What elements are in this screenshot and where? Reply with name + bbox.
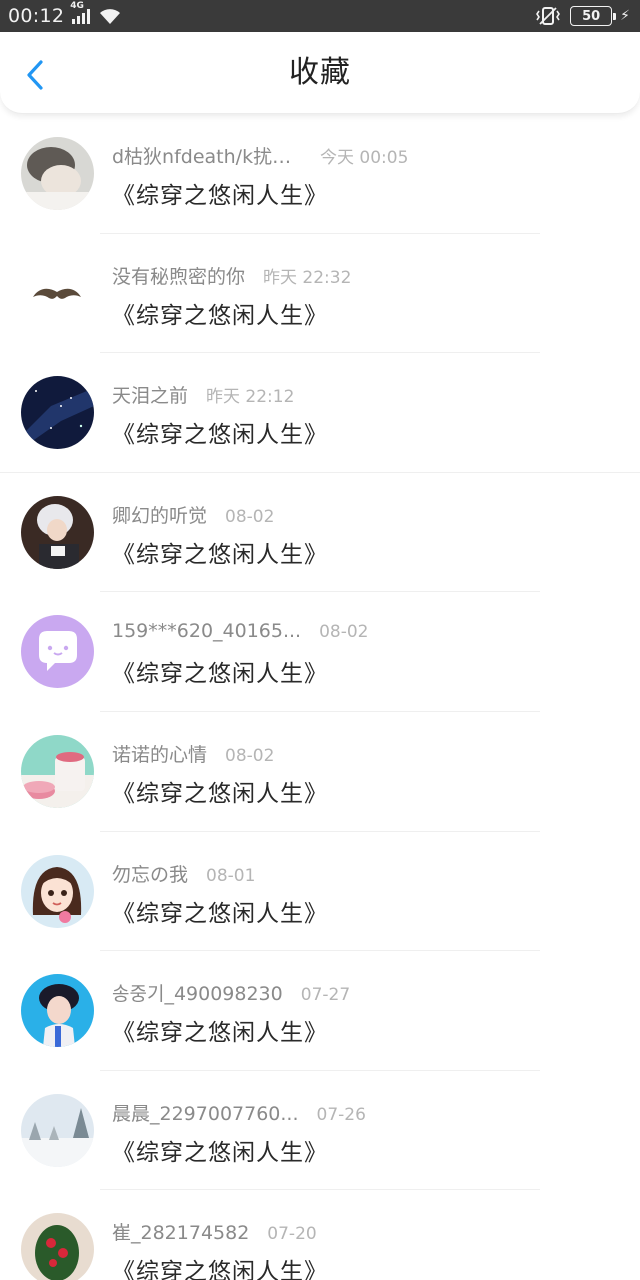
avatar [21, 1213, 94, 1280]
book-title[interactable]: 《综穿之悠闲人生》 [112, 1133, 328, 1167]
avatar [21, 256, 94, 330]
timestamp: 08-02 [225, 506, 275, 527]
user-name[interactable]: 卿幻的听觉 [112, 501, 207, 528]
timestamp: 07-20 [267, 1224, 317, 1245]
book-title[interactable]: 《综穿之悠闲人生》 [112, 654, 328, 688]
avatar-anime-white-hair-icon [21, 495, 94, 569]
book-title[interactable]: 《综穿之悠闲人生》 [112, 1013, 328, 1047]
avatar [21, 1093, 94, 1167]
item-meta: 天泪之前 昨天 22:12 [112, 381, 294, 408]
timestamp: 08-02 [225, 745, 275, 766]
user-name[interactable]: 诺诺的心情 [112, 740, 207, 767]
item-meta: 159***620_40165... 08-02 [112, 620, 369, 642]
battery-icon: 50 [570, 6, 617, 26]
avatar-snow-trees-icon [21, 1093, 94, 1167]
item-meta: 勿忘の我 08-01 [112, 860, 255, 887]
item-meta: 卿幻的听觉 08-02 [112, 501, 274, 528]
avatar [21, 495, 94, 569]
book-title[interactable]: 《综穿之悠闲人生》 [112, 1252, 328, 1280]
item-meta: d枯狄nfdeath/k扰n... 今天 00:05 [112, 142, 408, 169]
user-name[interactable]: 159***620_40165... [112, 620, 301, 642]
item-meta: 诺诺的心情 08-02 [112, 740, 274, 767]
list-item[interactable]: 卿幻的听觉 08-02 《综穿之悠闲人生》 [0, 473, 640, 593]
timestamp: 08-01 [206, 865, 256, 886]
page-title: 收藏 [289, 55, 351, 90]
avatar [21, 615, 94, 689]
timestamp: 今天 00:05 [320, 148, 409, 168]
signal-icon: 4G [70, 1, 91, 24]
avatar [21, 854, 94, 928]
item-meta: 송중기_490098230 07-27 [112, 979, 350, 1006]
avatar [21, 734, 94, 808]
list-item[interactable]: 诺诺的心情 08-02 《综穿之悠闲人生》 [0, 712, 640, 832]
item-meta: 晨晨_2297007760... 07-26 [112, 1099, 366, 1126]
avatar-night-sky-icon [21, 376, 94, 450]
list-item[interactable]: d枯狄nfdeath/k扰n... 今天 00:05 《综穿之悠闲人生》 [0, 114, 640, 234]
timestamp: 昨天 22:32 [263, 267, 352, 288]
avatar-anime-boy-icon [21, 974, 94, 1048]
favorites-list: d枯狄nfdeath/k扰n... 今天 00:05 《综穿之悠闲人生》 没有秘… [0, 114, 640, 1280]
status-time: 00:12 [8, 5, 65, 27]
battery-level: 50 [582, 8, 601, 24]
list-item[interactable]: 勿忘の我 08-01 《综穿之悠闲人生》 [0, 832, 640, 952]
avatar [21, 376, 94, 450]
book-title[interactable]: 《综穿之悠闲人生》 [112, 176, 328, 210]
avatar [21, 974, 94, 1048]
book-title[interactable]: 《综穿之悠闲人生》 [112, 415, 328, 449]
status-bar: 00:12 4G 50 ⚡ [0, 0, 640, 32]
wifi-icon [100, 9, 121, 24]
book-title[interactable]: 《综穿之悠闲人生》 [112, 774, 328, 808]
avatar-flowers-icon [21, 1213, 94, 1280]
list-item[interactable]: 159***620_40165... 08-02 《综穿之悠闲人生》 [0, 592, 640, 712]
item-meta: 崔_282174582 07-20 [112, 1218, 317, 1245]
timestamp: 07-26 [316, 1104, 366, 1125]
list-item[interactable]: 没有秘煦密的你 昨天 22:32 《综穿之悠闲人生》 [0, 234, 640, 354]
timestamp: 08-02 [319, 622, 369, 643]
user-name[interactable]: 没有秘煦密的你 [112, 262, 245, 289]
list-item[interactable]: 天泪之前 昨天 22:12 《综穿之悠闲人生》 [0, 353, 640, 473]
avatar-cartoon-girl-icon [21, 854, 94, 928]
vibrate-icon [536, 7, 561, 25]
avatar-chat-bubble-icon [21, 615, 94, 689]
timestamp: 昨天 22:12 [206, 387, 295, 408]
user-name[interactable]: 天泪之前 [112, 381, 188, 408]
status-left: 00:12 4G [8, 1, 122, 27]
header-bar: 收藏 [0, 32, 640, 114]
avatar-macarons-icon [21, 734, 94, 808]
status-right: 50 ⚡ [534, 6, 630, 26]
user-name[interactable]: d枯狄nfdeath/k扰n... [112, 142, 302, 169]
avatar-sleeping-child-icon [21, 137, 94, 210]
user-name[interactable]: 송중기_490098230 [112, 979, 283, 1006]
user-name[interactable]: 崔_282174582 [112, 1218, 249, 1245]
user-name[interactable]: 晨晨_2297007760... [112, 1099, 299, 1126]
list-item[interactable]: 崔_282174582 07-20 《综穿之悠闲人生》 [0, 1190, 640, 1280]
user-name[interactable]: 勿忘の我 [112, 860, 188, 887]
book-title[interactable]: 《综穿之悠闲人生》 [112, 296, 328, 330]
list-item[interactable]: 송중기_490098230 07-27 《综穿之悠闲人生》 [0, 951, 640, 1071]
avatar [21, 137, 94, 210]
book-title[interactable]: 《综穿之悠闲人生》 [112, 894, 328, 928]
network-type: 4G [70, 1, 84, 11]
timestamp: 07-27 [300, 985, 351, 1006]
item-meta: 没有秘煦密的你 昨天 22:32 [112, 262, 351, 289]
list-item[interactable]: 晨晨_2297007760... 07-26 《综穿之悠闲人生》 [0, 1071, 640, 1191]
charging-icon: ⚡ [620, 8, 630, 24]
avatar-mustache-icon [21, 256, 94, 330]
book-title[interactable]: 《综穿之悠闲人生》 [112, 535, 328, 569]
